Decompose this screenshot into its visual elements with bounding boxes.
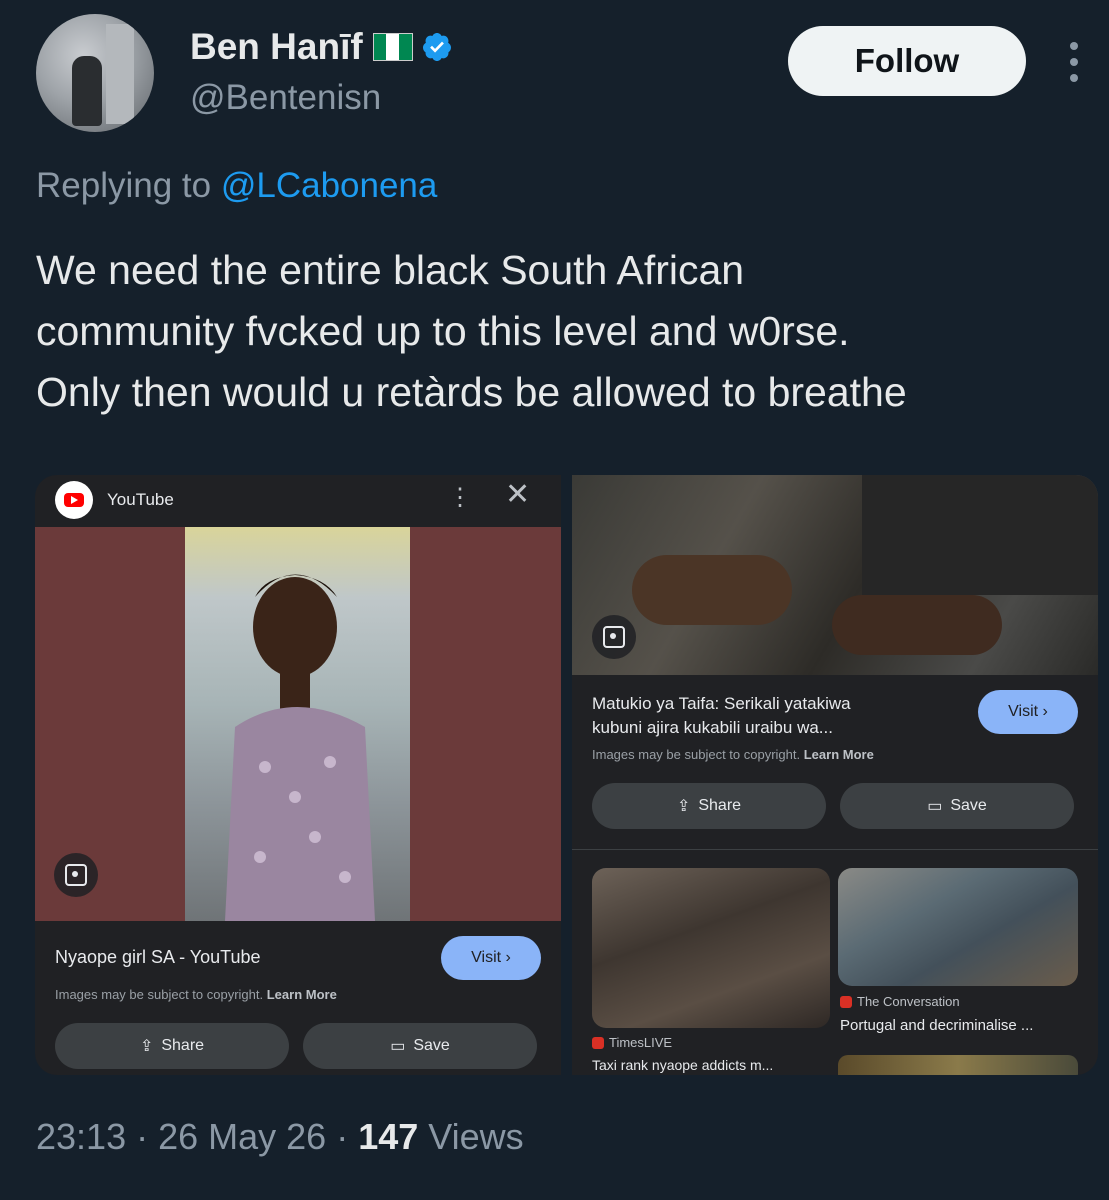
visit-button[interactable]: Visit › bbox=[978, 690, 1078, 734]
tweet-text: We need the entire black South African c… bbox=[36, 240, 1106, 423]
replying-prefix: Replying to bbox=[36, 166, 221, 205]
verified-badge-icon bbox=[422, 33, 451, 61]
photo-hand bbox=[632, 555, 792, 625]
image-caption[interactable]: Nyaope girl SA - YouTube bbox=[55, 945, 260, 969]
follow-button[interactable]: Follow bbox=[788, 26, 1026, 96]
related-source: The Conversation bbox=[840, 994, 960, 1009]
flag-stripe-center bbox=[386, 34, 400, 60]
the-conversation-favicon-icon bbox=[840, 995, 852, 1008]
related-source: TimesLIVE bbox=[592, 1035, 672, 1050]
related-image-thumbnail[interactable] bbox=[838, 868, 1078, 986]
image-caption[interactable]: Matukio ya Taifa: Serikali yatakiwa kubu… bbox=[592, 692, 851, 740]
youtube-source-header: YouTube bbox=[55, 481, 174, 519]
display-name-row[interactable]: Ben Hanīf bbox=[190, 26, 453, 68]
media-image-right[interactable]: Matukio ya Taifa: Serikali yatakiwa kubu… bbox=[572, 475, 1098, 1075]
visit-button[interactable]: Visit › bbox=[441, 936, 541, 980]
bookmark-icon: ▭ bbox=[927, 798, 943, 815]
views-count: 147 bbox=[358, 1116, 419, 1157]
tweet-line: We need the entire black South African bbox=[36, 247, 745, 293]
avatar-background bbox=[106, 24, 134, 124]
user-handle[interactable]: @Bentenisn bbox=[190, 78, 381, 118]
replying-to: Replying to @LCabonena bbox=[36, 166, 437, 206]
save-button[interactable]: ▭ Save bbox=[840, 783, 1074, 829]
nigeria-flag-icon bbox=[372, 33, 413, 61]
youtube-logo-icon bbox=[55, 481, 93, 519]
video-thumbnail[interactable] bbox=[35, 527, 561, 921]
more-options-icon[interactable] bbox=[1062, 42, 1086, 82]
copyright-text: Images may be subject to copyright. bbox=[55, 987, 264, 1002]
caption-line: Matukio ya Taifa: Serikali yatakiwa bbox=[592, 694, 851, 713]
save-label: Save bbox=[413, 1037, 450, 1054]
bookmark-icon: ▭ bbox=[390, 1038, 406, 1055]
copyright-text: Images may be subject to copyright. bbox=[592, 747, 801, 762]
copyright-note: Images may be subject to copyright. Lear… bbox=[592, 747, 874, 762]
related-title[interactable]: Portugal and decriminalise ... bbox=[840, 1017, 1033, 1034]
video-frame bbox=[185, 527, 410, 921]
close-icon[interactable]: ✕ bbox=[505, 477, 530, 512]
avatar[interactable] bbox=[36, 14, 154, 132]
related-source-name: The Conversation bbox=[857, 994, 960, 1009]
related-image-thumbnail[interactable] bbox=[838, 1055, 1078, 1075]
tweet-meta: 23:13 · 26 May 26 · 147 Views bbox=[36, 1116, 524, 1158]
reply-mention-link[interactable]: @LCabonena bbox=[221, 166, 438, 205]
flag-stripe-right bbox=[399, 34, 412, 60]
tweet-time[interactable]: 23:13 bbox=[36, 1116, 126, 1157]
tweet-line: community fvcked up to this level and w0… bbox=[36, 308, 850, 354]
tweet-date[interactable]: 26 May 26 bbox=[158, 1116, 326, 1157]
google-lens-icon[interactable] bbox=[54, 853, 98, 897]
flag-stripe-left bbox=[373, 34, 387, 60]
tweet-line: Only then would u retàrds be allowed to … bbox=[36, 369, 907, 415]
related-source-name: TimesLIVE bbox=[609, 1035, 673, 1050]
views-label: Views bbox=[418, 1116, 524, 1157]
share-label: Share bbox=[698, 797, 742, 814]
photo-shirt bbox=[862, 475, 1098, 595]
display-name[interactable]: Ben Hanīf bbox=[190, 26, 363, 68]
photo-hand bbox=[832, 595, 1002, 655]
source-name: YouTube bbox=[107, 490, 174, 509]
share-icon: ⇪ bbox=[139, 1038, 154, 1055]
person-figure bbox=[225, 574, 375, 921]
copyright-note: Images may be subject to copyright. Lear… bbox=[55, 987, 337, 1002]
save-button[interactable]: ▭ Save bbox=[303, 1023, 537, 1069]
meta-separator: · bbox=[326, 1116, 359, 1157]
media-image-left[interactable]: YouTube ⋮ ✕ Nyaope girl SA - YouTube Vis… bbox=[35, 475, 561, 1075]
share-button[interactable]: ⇪ Share bbox=[592, 783, 826, 829]
share-label: Share bbox=[161, 1037, 205, 1054]
search-result-photo[interactable] bbox=[572, 475, 1098, 675]
avatar-figure bbox=[72, 56, 102, 126]
related-image-thumbnail[interactable] bbox=[592, 868, 830, 1028]
save-label: Save bbox=[950, 797, 987, 814]
learn-more-link[interactable]: Learn More bbox=[267, 987, 337, 1002]
share-icon: ⇪ bbox=[676, 798, 691, 815]
google-lens-icon[interactable] bbox=[592, 615, 636, 659]
meta-separator: · bbox=[126, 1116, 159, 1157]
divider bbox=[572, 849, 1098, 850]
kebab-menu-icon[interactable]: ⋮ bbox=[448, 483, 472, 512]
caption-line: kubuni ajira kukabili uraibu wa... bbox=[592, 718, 833, 737]
related-title[interactable]: Taxi rank nyaope addicts m... bbox=[592, 1057, 773, 1073]
timeslive-favicon-icon bbox=[592, 1036, 604, 1049]
learn-more-link[interactable]: Learn More bbox=[804, 747, 874, 762]
share-button[interactable]: ⇪ Share bbox=[55, 1023, 289, 1069]
